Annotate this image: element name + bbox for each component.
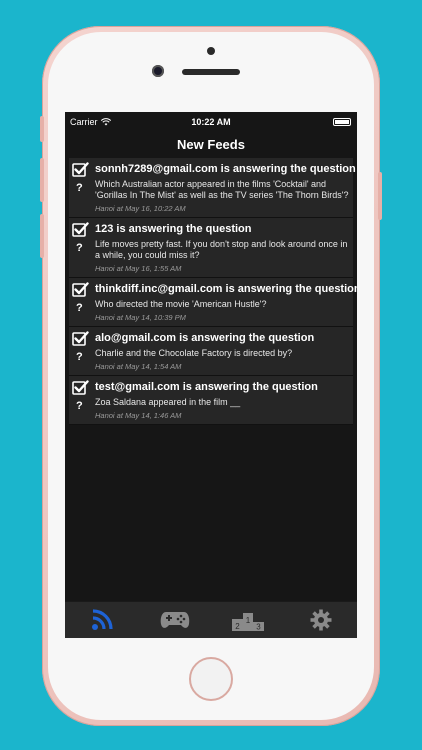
feed-item[interactable]: ? alo@gmail.com is answering the question… (69, 327, 353, 376)
feed-item[interactable]: ? test@gmail.com is answering the questio… (69, 376, 353, 425)
checkbox-checked-icon (72, 282, 89, 297)
tab-settings[interactable] (284, 602, 357, 638)
feed-item-title: test@gmail.com is answering the question (95, 381, 318, 393)
question-mark-icon: ? (76, 400, 83, 412)
status-bar: Carrier 10:22 AM (65, 112, 357, 132)
checkbox-checked-icon (72, 331, 89, 346)
question-mark-icon: ? (76, 242, 83, 254)
feed-item-title: sonnh7289@gmail.com is answering the que… (95, 163, 356, 175)
podium-icon: 2 1 3 (231, 613, 264, 632)
checkbox-checked-icon (72, 162, 89, 177)
feed-item-question: Life moves pretty fast. If you don't sto… (95, 239, 348, 260)
page-title: New Feeds (177, 137, 245, 152)
tab-bar: 2 1 3 (65, 601, 357, 638)
feed-list: ? sonnh7289@gmail.com is answering the qu… (65, 158, 357, 425)
feed-item-meta: Hanoi at May 16, 10:22 AM (95, 204, 186, 213)
feed-item-title: 123 is answering the question (95, 223, 252, 235)
feed-item-question: Which Australian actor appeared in the f… (95, 179, 349, 200)
volume-up-button (40, 158, 44, 202)
feed-item-title: alo@gmail.com is answering the question (95, 332, 315, 344)
feed-item-title: thinkdiff.inc@gmail.com is answering the… (95, 283, 357, 295)
checkbox-checked-icon (72, 222, 89, 237)
battery-icon (333, 118, 351, 126)
podium-label-2: 2 (235, 622, 240, 631)
feed-item[interactable]: ? sonnh7289@gmail.com is answering the qu… (69, 158, 356, 218)
home-button[interactable] (189, 657, 233, 701)
tab-games[interactable] (138, 602, 211, 638)
feed-item-question: Who directed the movie 'American Hustle'… (95, 299, 267, 309)
tab-feeds[interactable] (65, 602, 138, 638)
gear-icon (310, 609, 331, 631)
mute-switch (40, 116, 44, 142)
volume-down-button (40, 214, 44, 258)
proximity-sensor (207, 47, 215, 55)
status-time: 10:22 AM (191, 117, 231, 127)
app-screen: Carrier 10:22 AM New Feeds ? sonnh7289@gm… (65, 112, 357, 638)
podium-label-1: 1 (245, 616, 250, 625)
rss-feed-icon (91, 609, 113, 630)
feed-item-question: Charlie and the Chocolate Factory is dir… (95, 348, 293, 358)
gamepad-icon (160, 612, 189, 628)
feed-item-meta: Hanoi at May 14, 10:39 PM (95, 313, 186, 322)
feed-item[interactable]: ? 123 is answering the question Life moves… (69, 218, 353, 278)
question-mark-icon: ? (76, 302, 83, 314)
front-camera (152, 65, 164, 77)
feed-item-meta: Hanoi at May 14, 1:46 AM (95, 411, 182, 420)
podium-label-3: 3 (256, 623, 261, 632)
feed-item-meta: Hanoi at May 16, 1:55 AM (95, 264, 182, 273)
power-button (378, 172, 382, 220)
checkbox-checked-icon (72, 380, 89, 395)
tab-leaderboard[interactable]: 2 1 3 (211, 602, 284, 638)
earpiece-speaker (182, 69, 240, 75)
question-mark-icon: ? (76, 182, 83, 194)
feed-item-question: Zoa Saldana appeared in the film __ (95, 397, 241, 407)
feed-item-meta: Hanoi at May 14, 1:54 AM (95, 362, 182, 371)
question-mark-icon: ? (76, 351, 83, 363)
feed-item[interactable]: ? thinkdiff.inc@gmail.com is answering th… (69, 278, 357, 327)
